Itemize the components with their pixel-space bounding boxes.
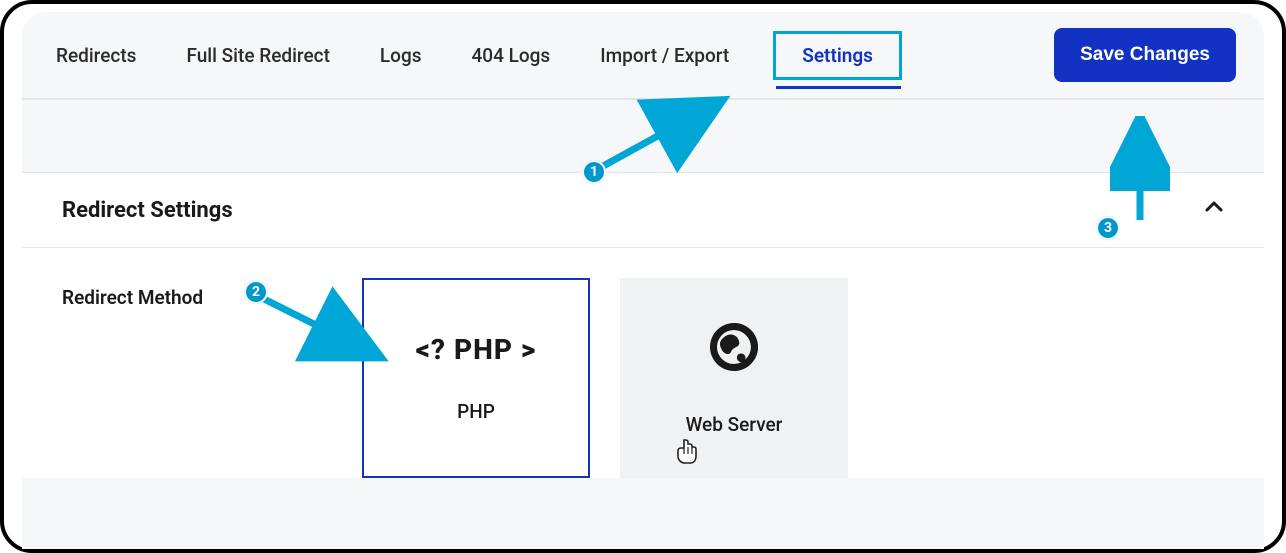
- page-container: Redirects Full Site Redirect Logs 404 Lo…: [22, 12, 1264, 549]
- panel-header: Redirect Settings: [22, 173, 1264, 248]
- tab-logs[interactable]: Logs: [374, 36, 428, 75]
- option-php[interactable]: <? PHP > PHP: [362, 278, 590, 478]
- tab-bar: Redirects Full Site Redirect Logs 404 Lo…: [22, 12, 1264, 98]
- annotation-badge-3: 3: [1096, 216, 1120, 240]
- annotation-badge-2: 2: [244, 280, 268, 304]
- option-web-server-label: Web Server: [686, 413, 783, 436]
- panel-title: Redirect Settings: [62, 198, 233, 223]
- globe-icon: [707, 320, 761, 379]
- annotation-badge-1: 1: [582, 160, 606, 184]
- tab-import-export[interactable]: Import / Export: [594, 36, 735, 75]
- cursor-icon: [676, 438, 698, 468]
- active-tab-underline: [776, 86, 901, 89]
- tab-divider: [22, 98, 1264, 100]
- php-code-icon: <? PHP >: [416, 333, 537, 366]
- option-php-label: PHP: [457, 400, 495, 423]
- redirect-settings-panel: Redirect Settings Redirect Method <? PHP…: [22, 172, 1264, 478]
- chevron-up-icon: [1204, 197, 1224, 217]
- annotation-arrow-1: [582, 86, 752, 186]
- tab-settings[interactable]: Settings: [800, 40, 875, 71]
- redirect-method-options: <? PHP > PHP Web Server: [362, 278, 848, 478]
- tab-404-logs[interactable]: 404 Logs: [466, 36, 557, 75]
- panel-body: Redirect Method <? PHP > PHP: [22, 248, 1264, 478]
- tab-full-site-redirect[interactable]: Full Site Redirect: [180, 36, 335, 75]
- option-web-server[interactable]: Web Server: [620, 278, 848, 478]
- redirect-method-label: Redirect Method: [62, 278, 362, 309]
- collapse-toggle[interactable]: [1204, 197, 1224, 223]
- tab-redirects[interactable]: Redirects: [50, 36, 142, 75]
- tab-settings-highlight: Settings: [773, 31, 902, 80]
- save-changes-button[interactable]: Save Changes: [1054, 28, 1236, 82]
